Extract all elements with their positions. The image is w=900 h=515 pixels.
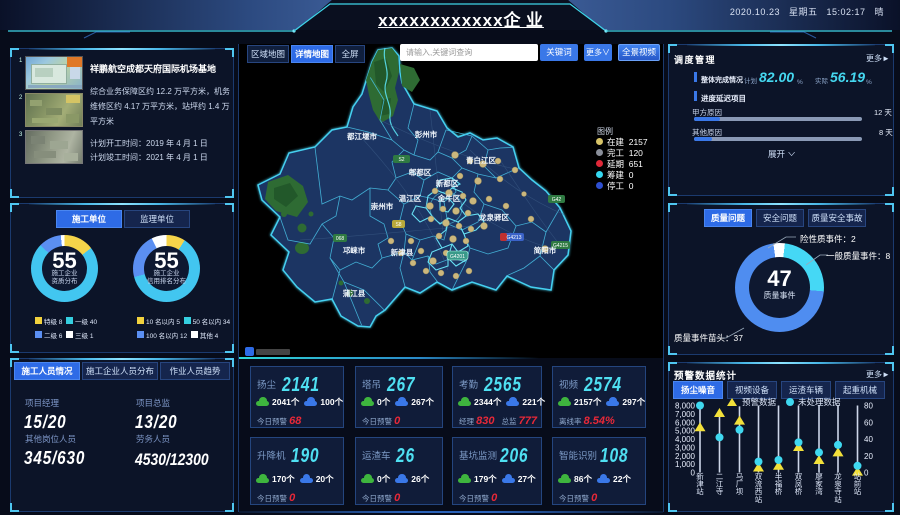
svg-text:40: 40	[864, 434, 873, 445]
svg-text:简阳市: 简阳市	[534, 245, 557, 256]
svg-text:龙泉寺站: 龙泉寺站	[834, 471, 842, 505]
svg-text:蒲江县: 蒲江县	[343, 288, 366, 299]
svg-text:马厂坝: 马厂坝	[736, 471, 744, 497]
svg-text:新都区: 新都区	[436, 178, 459, 189]
svg-text:邛崃市: 邛崃市	[343, 245, 366, 256]
svg-text:G4213: G4213	[506, 234, 521, 241]
svg-text:龙泉驿区: 龙泉驿区	[479, 212, 509, 223]
svg-text:崇州市: 崇州市	[371, 201, 394, 212]
svg-text:新津站: 新津站	[696, 471, 704, 497]
svg-text:S2: S2	[398, 156, 404, 163]
svg-text:温江区: 温江区	[399, 193, 422, 204]
svg-text:80: 80	[864, 401, 873, 412]
svg-text:双凤桥: 双凤桥	[795, 471, 803, 497]
svg-text:20: 20	[864, 451, 873, 462]
svg-text:金牛区: 金牛区	[437, 193, 461, 204]
svg-text:廖家湾: 廖家湾	[815, 471, 823, 497]
svg-text:G42: G42	[552, 196, 562, 203]
svg-text:双流西站: 双流西站	[755, 471, 763, 505]
svg-text:G4201: G4201	[450, 253, 465, 260]
svg-text:S8: S8	[395, 221, 401, 228]
svg-text:郫都区: 郫都区	[409, 167, 432, 178]
svg-text:0: 0	[864, 468, 869, 479]
svg-text:二江寺: 二江寺	[716, 471, 724, 497]
svg-text:彭州市: 彭州市	[415, 129, 438, 140]
svg-text:半福桥: 半福桥	[775, 471, 783, 497]
svg-text:60: 60	[864, 417, 873, 428]
svg-text:新津县: 新津县	[391, 247, 414, 258]
svg-text:站前站: 站前站	[854, 471, 862, 497]
svg-text:068: 068	[336, 235, 345, 242]
svg-text:青白江区: 青白江区	[466, 155, 496, 166]
svg-text:0: 0	[691, 468, 696, 479]
svg-text:都江堰市: 都江堰市	[346, 131, 377, 142]
